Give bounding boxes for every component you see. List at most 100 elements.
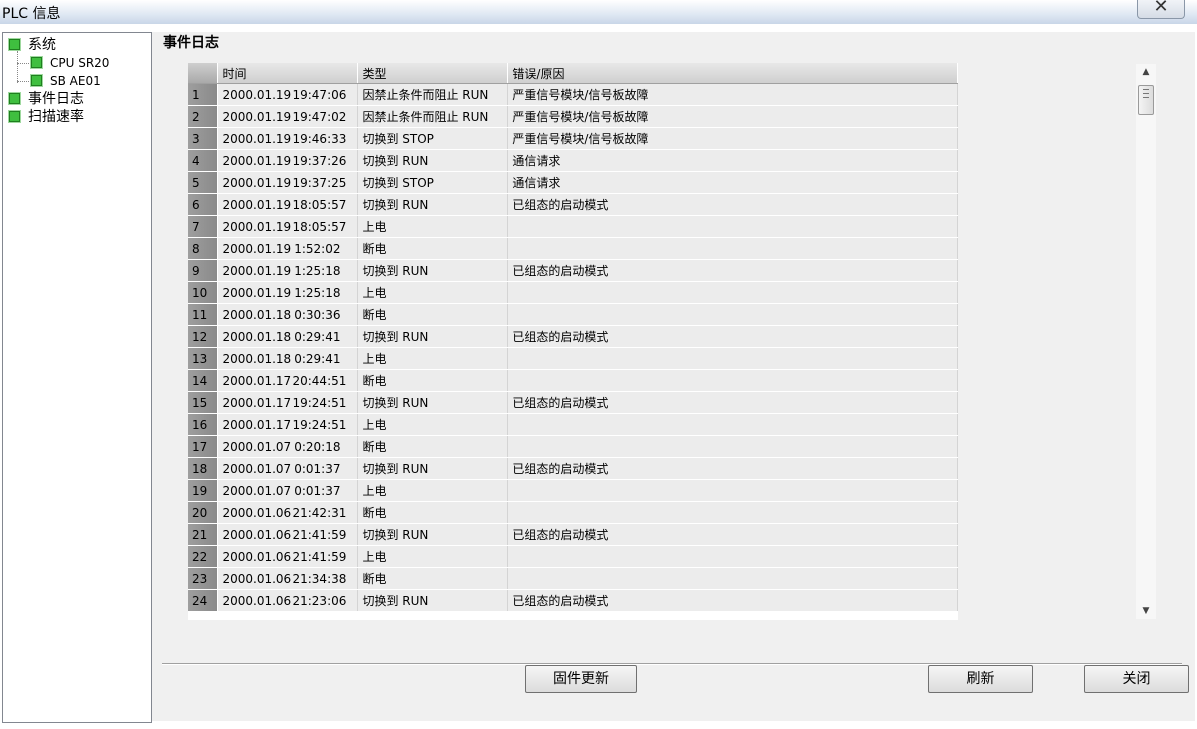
tree-item-system[interactable]: 系统	[8, 36, 56, 54]
row-number: 12	[188, 325, 219, 348]
cell-reason	[507, 303, 958, 326]
refresh-button[interactable]: 刷新	[928, 665, 1033, 693]
cell-clock: 18:05:57	[292, 219, 347, 234]
cell-type: 因禁止条件而阻止 RUN	[357, 83, 509, 106]
table-row[interactable]: 3 2000.01.1919:46:33 切换到 STOP 严重信号模块/信号板故障	[188, 127, 958, 150]
row-number: 4	[188, 149, 219, 172]
cell-clock: 0:20:18	[294, 439, 341, 454]
cell-clock: 21:42:31	[292, 505, 347, 520]
table-row[interactable]: 5 2000.01.1919:37:25 切换到 STOP 通信请求	[188, 171, 958, 194]
table-row[interactable]: 23 2000.01.0621:34:38 断电	[188, 567, 958, 590]
cell-time: 2000.01.1919:46:33	[217, 127, 359, 150]
cell-date: 2000.01.19	[222, 109, 292, 124]
column-header-time[interactable]: 时间	[217, 63, 359, 84]
cell-time: 2000.01.19 1:25:18	[217, 281, 359, 304]
cell-date: 2000.01.19	[222, 153, 292, 168]
scroll-up-icon[interactable]: ▲	[1136, 64, 1156, 80]
cell-date: 2000.01.07	[222, 461, 292, 476]
table-row[interactable]: 22 2000.01.0621:41:59 上电	[188, 545, 958, 568]
row-number: 15	[188, 391, 219, 414]
table-row[interactable]: 10 2000.01.19 1:25:18 上电	[188, 281, 958, 304]
cell-reason: 已组态的启动模式	[507, 523, 958, 546]
cell-type: 切换到 STOP	[357, 127, 509, 150]
event-log-grid[interactable]: 时间 类型 错误/原因 1 2000.01.1919:47:06 因禁止条件而阻止 …	[188, 63, 958, 620]
row-number: 14	[188, 369, 219, 392]
tree-connector	[17, 81, 29, 82]
close-button[interactable]: 关闭	[1084, 665, 1189, 693]
cell-date: 2000.01.06	[222, 571, 292, 586]
table-row[interactable]: 9 2000.01.19 1:25:18 切换到 RUN 已组态的启动模式	[188, 259, 958, 282]
table-row[interactable]: 2 2000.01.1919:47:02 因禁止条件而阻止 RUN 严重信号模块/信号…	[188, 105, 958, 128]
cell-clock: 20:44:51	[292, 373, 347, 388]
cell-reason: 已组态的启动模式	[507, 259, 958, 282]
cell-reason	[507, 567, 958, 590]
firmware-update-button[interactable]: 固件更新	[525, 665, 637, 693]
table-row[interactable]: 16 2000.01.1719:24:51 上电	[188, 413, 958, 436]
cell-date: 2000.01.06	[222, 505, 292, 520]
cell-type: 切换到 RUN	[357, 523, 509, 546]
scroll-down-icon[interactable]: ▼	[1136, 603, 1156, 619]
cell-time: 2000.01.07 0:01:37	[217, 457, 359, 480]
row-number: 10	[188, 281, 219, 304]
node-icon	[8, 110, 21, 123]
cell-reason: 已组态的启动模式	[507, 457, 958, 480]
cell-time: 2000.01.1918:05:57	[217, 193, 359, 216]
table-row[interactable]: 4 2000.01.1919:37:26 切换到 RUN 通信请求	[188, 149, 958, 172]
table-row[interactable]: 17 2000.01.07 0:20:18 断电	[188, 435, 958, 458]
cell-clock: 19:37:25	[292, 175, 347, 190]
table-row[interactable]: 11 2000.01.18 0:30:36 断电	[188, 303, 958, 326]
cell-date: 2000.01.06	[222, 593, 292, 608]
cell-type: 因禁止条件而阻止 RUN	[357, 105, 509, 128]
cell-time: 2000.01.1919:37:25	[217, 171, 359, 194]
cell-time: 2000.01.1919:37:26	[217, 149, 359, 172]
table-row[interactable]: 1 2000.01.1919:47:06 因禁止条件而阻止 RUN 严重信号模块/信号…	[188, 83, 958, 106]
cell-reason	[507, 413, 958, 436]
cell-type: 切换到 RUN	[357, 325, 509, 348]
page-title: 事件日志	[163, 35, 219, 51]
tree-item-event-log[interactable]: 事件日志	[8, 90, 84, 108]
close-window-button[interactable]: ✕	[1137, 0, 1185, 19]
cell-type: 断电	[357, 369, 509, 392]
cell-time: 2000.01.1719:24:51	[217, 413, 359, 436]
table-row[interactable]: 12 2000.01.18 0:29:41 切换到 RUN 已组态的启动模式	[188, 325, 958, 348]
table-row[interactable]: 14 2000.01.1720:44:51 断电	[188, 369, 958, 392]
table-row[interactable]: 7 2000.01.1918:05:57 上电	[188, 215, 958, 238]
cell-type: 上电	[357, 347, 509, 370]
table-row[interactable]: 21 2000.01.0621:41:59 切换到 RUN 已组态的启动模式	[188, 523, 958, 546]
cell-reason	[507, 479, 958, 502]
vertical-scrollbar[interactable]: ▲ ▼	[1136, 64, 1156, 619]
row-number: 5	[188, 171, 219, 194]
cell-time: 2000.01.07 0:20:18	[217, 435, 359, 458]
table-row[interactable]: 13 2000.01.18 0:29:41 上电	[188, 347, 958, 370]
table-row[interactable]: 15 2000.01.1719:24:51 切换到 RUN 已组态的启动模式	[188, 391, 958, 414]
cell-reason	[507, 215, 958, 238]
row-number: 17	[188, 435, 219, 458]
cell-time: 2000.01.1918:05:57	[217, 215, 359, 238]
cell-time: 2000.01.1719:24:51	[217, 391, 359, 414]
tree-item-sb[interactable]: SB AE01	[30, 72, 101, 90]
tree-item-cpu[interactable]: CPU SR20	[30, 54, 109, 72]
cell-type: 切换到 STOP	[357, 171, 509, 194]
scroll-thumb[interactable]	[1138, 85, 1154, 115]
row-number: 11	[188, 303, 219, 326]
tree-item-scan-rate[interactable]: 扫描速率	[8, 108, 84, 126]
table-row[interactable]: 6 2000.01.1918:05:57 切换到 RUN 已组态的启动模式	[188, 193, 958, 216]
cell-date: 2000.01.06	[222, 549, 292, 564]
cell-time: 2000.01.1919:47:06	[217, 83, 359, 106]
column-header-reason[interactable]: 错误/原因	[507, 63, 958, 84]
node-icon	[30, 74, 43, 87]
cell-clock: 19:46:33	[292, 131, 347, 146]
navigation-tree: 系统 CPU SR20 SB AE01 事件日志 扫描速率	[2, 32, 152, 723]
table-row[interactable]: 24 2000.01.0621:23:06 切换到 RUN 已组态的启动模式	[188, 589, 958, 612]
column-header-type[interactable]: 类型	[357, 63, 509, 84]
table-row[interactable]: 19 2000.01.07 0:01:37 上电	[188, 479, 958, 502]
table-row[interactable]: 18 2000.01.07 0:01:37 切换到 RUN 已组态的启动模式	[188, 457, 958, 480]
row-number-header	[188, 63, 219, 84]
row-number: 18	[188, 457, 219, 480]
cell-type: 切换到 RUN	[357, 193, 509, 216]
cell-reason	[507, 281, 958, 304]
table-row[interactable]: 8 2000.01.19 1:52:02 断电	[188, 237, 958, 260]
row-number: 2	[188, 105, 219, 128]
table-row[interactable]: 20 2000.01.0621:42:31 断电	[188, 501, 958, 524]
cell-reason: 已组态的启动模式	[507, 391, 958, 414]
